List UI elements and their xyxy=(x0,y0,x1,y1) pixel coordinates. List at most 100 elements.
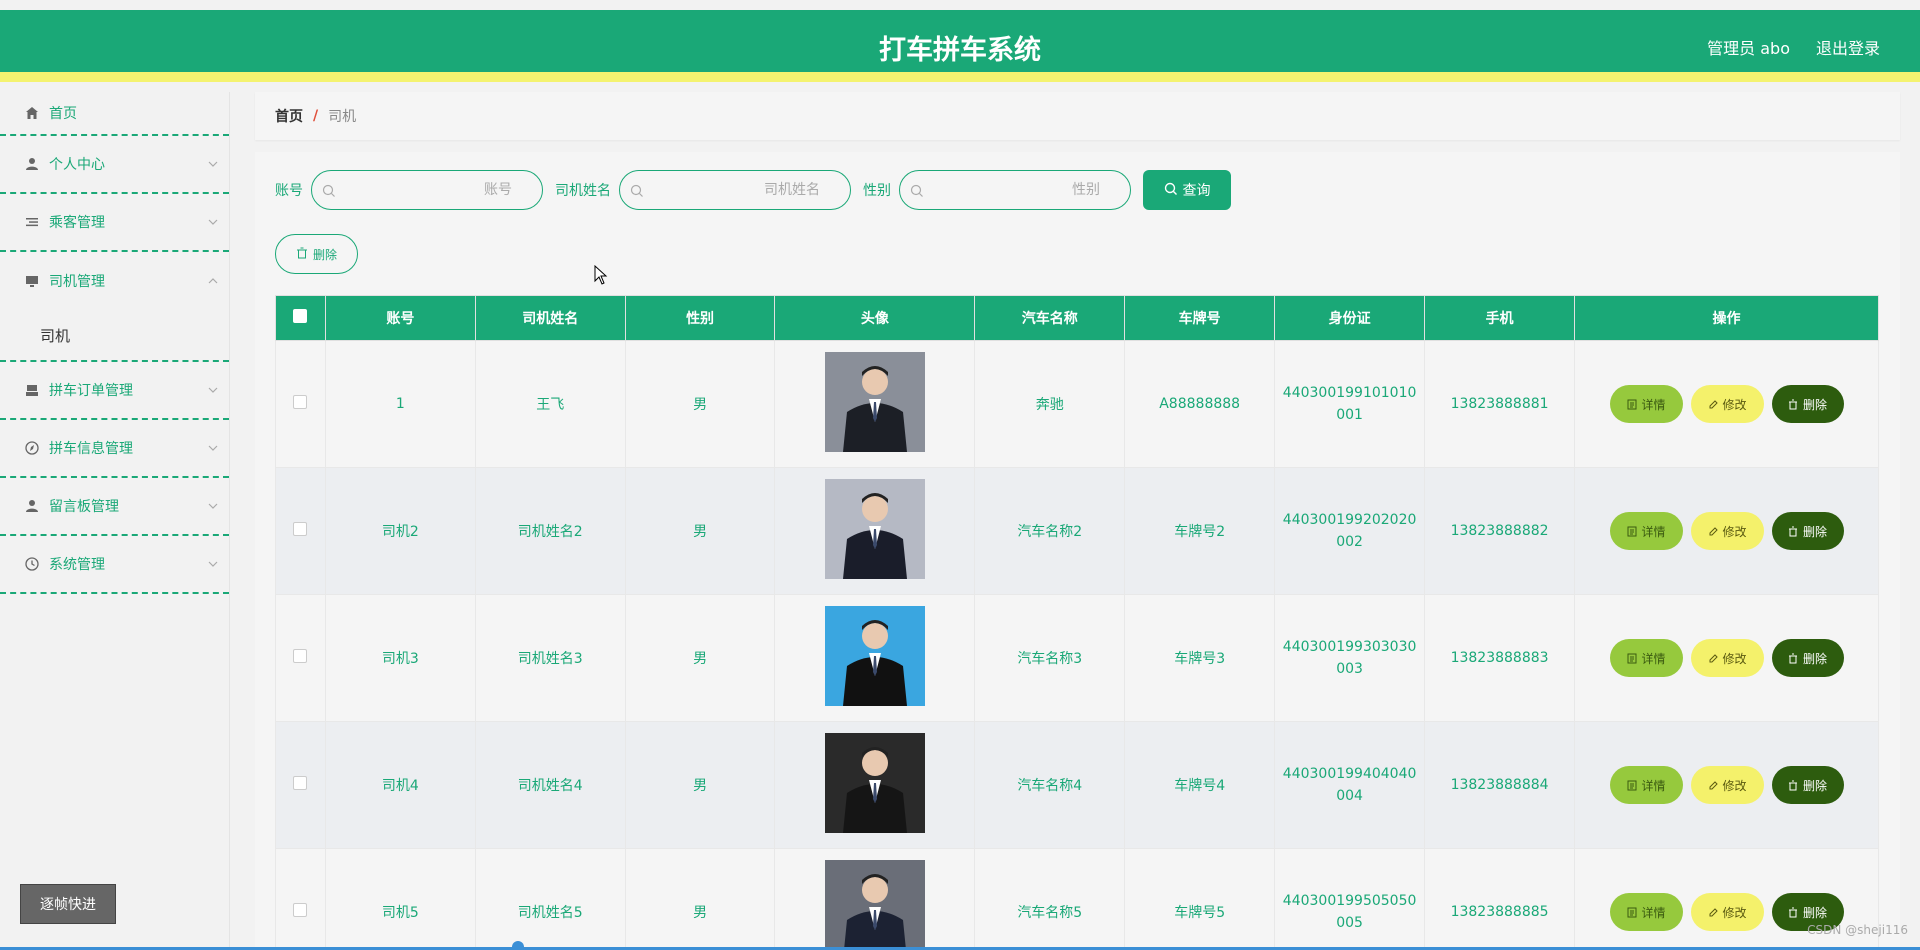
column-header[interactable]: 性别 xyxy=(624,295,776,341)
driver-name-field[interactable] xyxy=(619,170,851,210)
detail-button[interactable]: 详情 xyxy=(1609,639,1683,677)
column-header[interactable]: 手机 xyxy=(1424,295,1576,341)
phone-cell: 13823888883 xyxy=(1424,594,1576,722)
archive-icon xyxy=(24,382,40,398)
row-select-cell xyxy=(275,340,326,468)
batch-delete-button[interactable]: 删除 xyxy=(275,234,358,274)
delete-button[interactable]: 删除 xyxy=(1771,766,1844,804)
trash-icon xyxy=(1789,653,1797,663)
delete-label: 删除 xyxy=(1803,524,1828,539)
edit-button[interactable]: 修改 xyxy=(1690,893,1764,931)
account-field[interactable] xyxy=(311,170,543,210)
id-card-cell: 440300199202020 002 xyxy=(1274,467,1426,595)
edit-button[interactable]: 修改 xyxy=(1690,766,1764,804)
mouse-cursor-icon xyxy=(594,264,608,289)
id-card-cell: 440300199303030 003 xyxy=(1274,594,1426,722)
table-row[interactable]: 司机4 司机姓名4 男 汽车名称4 车牌号4 440300199404040 004 1382… xyxy=(275,721,1879,849)
sidebar-item-label: 拼车信息管理 xyxy=(49,441,133,457)
row-checkbox[interactable] xyxy=(293,903,308,917)
account-cell: 1 xyxy=(324,340,476,468)
sidebar-item-label: 首页 xyxy=(49,106,77,122)
breadcrumb-current: 司机 xyxy=(328,109,357,125)
plate-cell: A88888888 xyxy=(1124,340,1276,468)
driver-avatar[interactable] xyxy=(824,733,925,833)
detail-button[interactable]: 详情 xyxy=(1609,512,1683,550)
sidebar-subitem-driver[interactable]: 司机 xyxy=(0,310,229,362)
edit-button[interactable]: 修改 xyxy=(1690,385,1764,423)
frame-forward-button[interactable]: 逐帧快进 xyxy=(20,884,116,924)
driver-name-cell: 司机姓名4 xyxy=(474,721,626,849)
driver-name-cell: 王飞 xyxy=(474,340,626,468)
table-row[interactable]: 司机3 司机姓名3 男 汽车名称3 车牌号3 440300199303030 003 1382… xyxy=(275,594,1879,722)
gender-field[interactable] xyxy=(899,170,1131,210)
watermark: CSDN @sheji116 xyxy=(1807,923,1908,937)
plate-cell: 车牌号4 xyxy=(1124,721,1276,849)
sidebar-item-carpool-info[interactable]: 拼车信息管理 xyxy=(0,420,229,478)
id-card-line: 003 xyxy=(1336,661,1363,677)
table-row[interactable]: 司机5 司机姓名5 男 汽车名称5 车牌号5 440300199505050 005 1382… xyxy=(275,848,1879,950)
sidebar-item-label: 系统管理 xyxy=(49,557,105,573)
detail-button[interactable]: 详情 xyxy=(1609,893,1683,931)
sidebar-item-carpool-orders[interactable]: 拼车订单管理 xyxy=(0,362,229,420)
driver-avatar[interactable] xyxy=(824,606,925,706)
sidebar: 首页 个人中心 乘客管理 司机管理 司机 拼车订单管理 拼车信息管理 留言板管理… xyxy=(0,92,230,950)
query-button[interactable]: 查询 xyxy=(1143,170,1231,210)
column-header[interactable]: 账号 xyxy=(324,295,476,341)
delete-button[interactable]: 删除 xyxy=(1771,512,1844,550)
sidebar-item-drivers[interactable]: 司机管理 xyxy=(0,252,229,310)
column-header[interactable]: 车牌号 xyxy=(1124,295,1276,341)
table-body: 1 王飞男 奔驰 A88888888 440300199101010 001 1382388… xyxy=(275,340,1879,950)
progress-handle[interactable] xyxy=(512,941,524,950)
current-user: 管理员 abo xyxy=(1707,39,1790,58)
driver-avatar[interactable] xyxy=(824,479,925,579)
id-card-cell: 440300199505050 005 xyxy=(1274,848,1426,950)
detail-button[interactable]: 详情 xyxy=(1609,385,1683,423)
sidebar-item-label: 拼车订单管理 xyxy=(49,383,133,399)
chevron-down-icon xyxy=(207,558,219,570)
edit-button[interactable]: 修改 xyxy=(1690,512,1764,550)
account-input[interactable] xyxy=(342,179,512,201)
id-card-line: 005 xyxy=(1336,915,1363,931)
edit-button[interactable]: 修改 xyxy=(1690,639,1764,677)
select-all-checkbox[interactable] xyxy=(293,309,308,323)
sidebar-item-home[interactable]: 首页 xyxy=(0,92,229,136)
trash-icon xyxy=(1789,907,1797,917)
row-select-cell xyxy=(275,467,326,595)
logout-link[interactable]: 退出登录 xyxy=(1816,35,1880,59)
driver-avatar[interactable] xyxy=(824,352,925,452)
chevron-down-icon xyxy=(207,500,219,512)
sidebar-item-personal[interactable]: 个人中心 xyxy=(0,136,229,194)
row-checkbox[interactable] xyxy=(293,776,308,790)
sidebar-item-passengers[interactable]: 乘客管理 xyxy=(0,194,229,252)
detail-button[interactable]: 详情 xyxy=(1609,766,1683,804)
driver-name-cell: 司机姓名3 xyxy=(474,594,626,722)
edit-label: 修改 xyxy=(1722,778,1747,793)
actions-cell: 详情 修改 删除 xyxy=(1574,467,1879,595)
row-select-cell xyxy=(275,594,326,722)
column-header[interactable]: 汽车名称 xyxy=(974,295,1126,341)
search-bar: 账号 司机姓名 性别 查询 xyxy=(275,170,1231,210)
sidebar-item-system[interactable]: 系统管理 xyxy=(0,536,229,594)
row-checkbox[interactable] xyxy=(293,395,308,409)
sidebar-item-messages[interactable]: 留言板管理 xyxy=(0,478,229,536)
row-actions: 详情 修改 删除 xyxy=(1575,766,1878,804)
document-icon xyxy=(1627,907,1636,917)
table-row[interactable]: 司机2 司机姓名2 男 汽车名称2 车牌号2 440300199202020 002 1382… xyxy=(275,467,1879,595)
gender-input[interactable] xyxy=(930,179,1100,201)
sidebar-item-label: 个人中心 xyxy=(49,157,105,173)
app-title: 打车拼车系统 xyxy=(879,35,1041,66)
delete-button[interactable]: 删除 xyxy=(1771,385,1844,423)
gender-label: 性别 xyxy=(863,183,891,199)
delete-button[interactable]: 删除 xyxy=(1771,639,1844,677)
document-icon xyxy=(1627,526,1636,536)
driver-name-cell: 司机姓名5 xyxy=(474,848,626,950)
driver-avatar[interactable] xyxy=(824,860,925,950)
row-checkbox[interactable] xyxy=(293,649,308,663)
column-header[interactable]: 身份证 xyxy=(1274,295,1426,341)
row-checkbox[interactable] xyxy=(293,522,308,536)
table-row[interactable]: 1 王飞男 奔驰 A88888888 440300199101010 001 1382388… xyxy=(275,340,1879,468)
detail-label: 详情 xyxy=(1641,905,1666,920)
column-header[interactable]: 司机姓名 xyxy=(474,295,626,341)
breadcrumb-home[interactable]: 首页 xyxy=(275,106,303,126)
driver-name-input[interactable] xyxy=(650,179,820,201)
